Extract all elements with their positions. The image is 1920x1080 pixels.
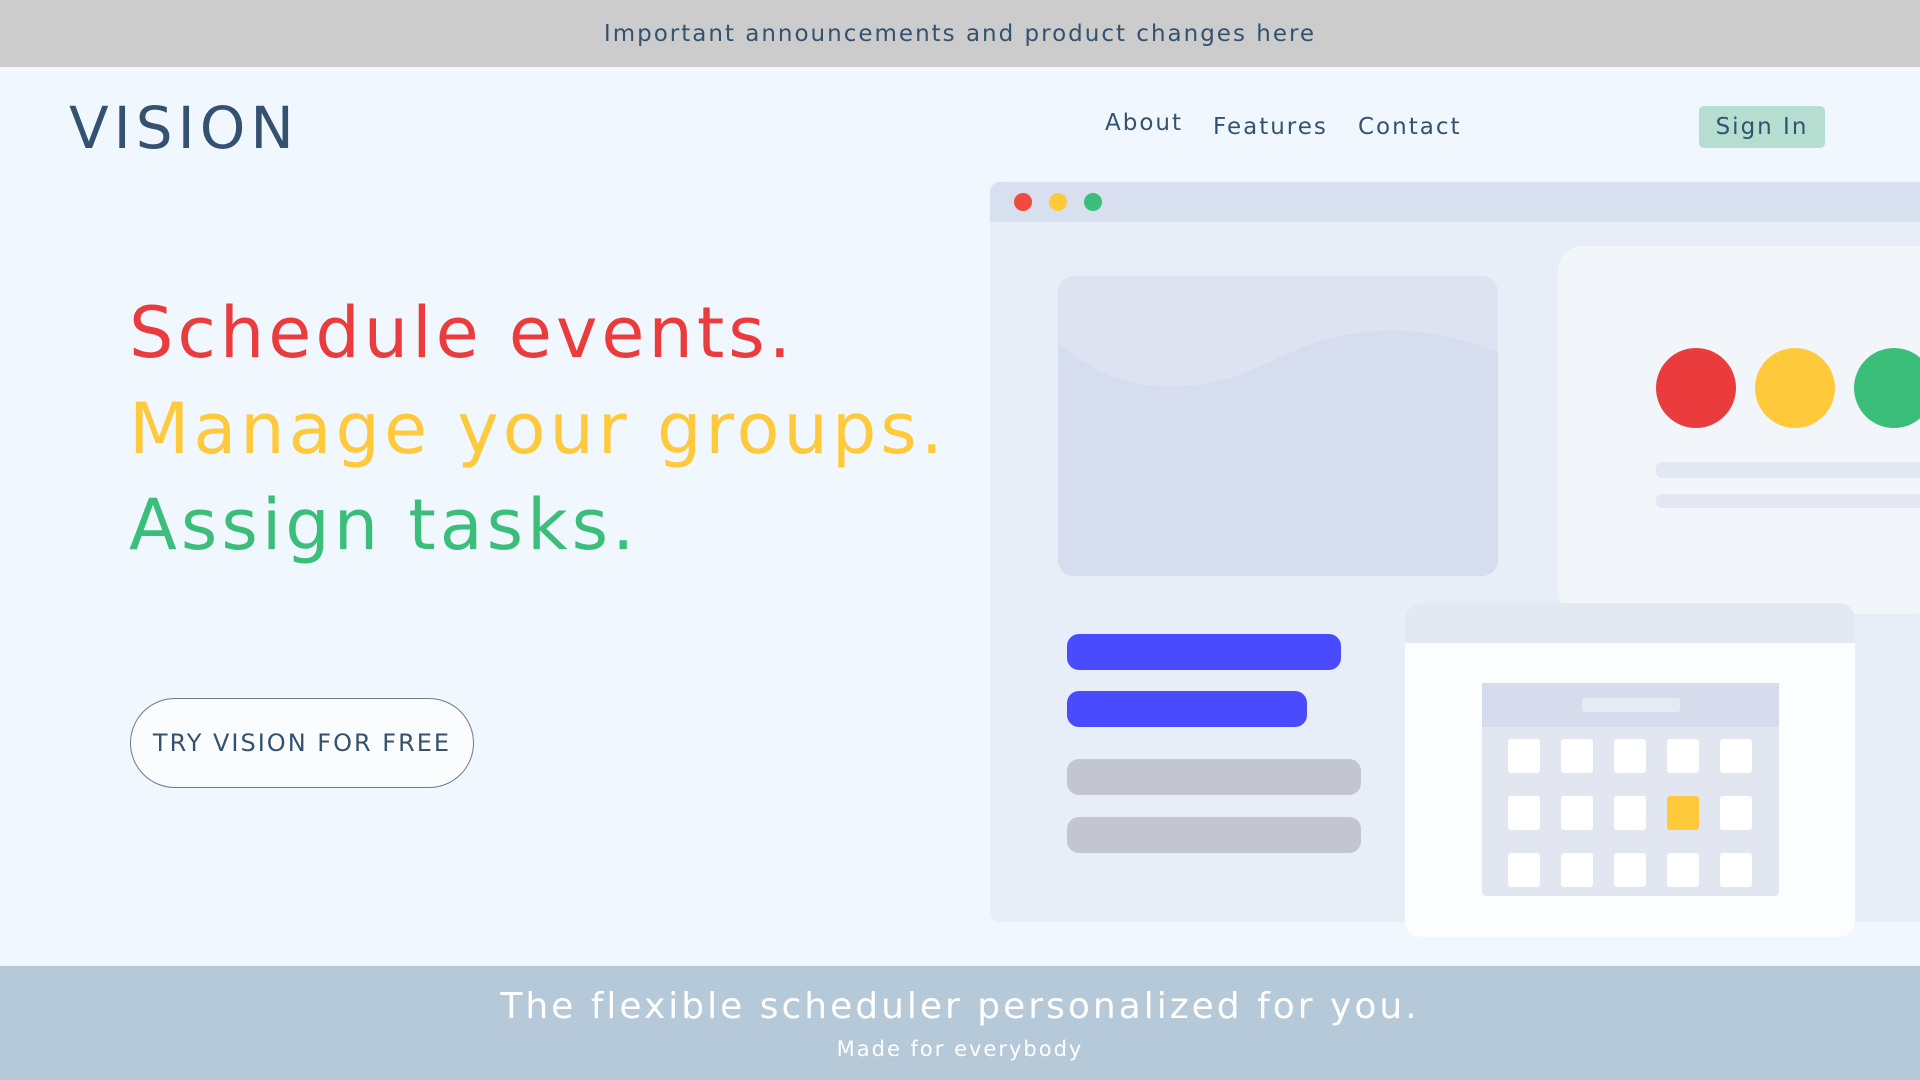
announcement-banner: Important announcements and product chan… — [0, 0, 1920, 67]
window-max-dot — [1084, 193, 1102, 211]
card-yellow-dot — [1755, 348, 1835, 428]
try-free-button[interactable]: TRY VISION FOR FREE — [130, 698, 474, 788]
hero-line-schedule: Schedule events. — [129, 292, 796, 374]
calendar-selected-day — [1667, 796, 1699, 830]
announcement-text: Important announcements and product chan… — [603, 20, 1317, 47]
app-illustration — [990, 182, 1920, 937]
sign-in-button[interactable]: Sign In — [1699, 106, 1825, 148]
card-line-1 — [1656, 462, 1920, 478]
calendar-card-header — [1405, 603, 1855, 643]
bar-blue-2 — [1067, 691, 1307, 727]
nav-contact[interactable]: Contact — [1358, 114, 1461, 140]
brand-logo[interactable]: VISION — [69, 94, 299, 162]
footer-subline: Made for everybody — [836, 1037, 1084, 1061]
card-red-dot — [1656, 348, 1736, 428]
bar-blue-1 — [1067, 634, 1341, 670]
footer-banner: The flexible scheduler personalized for … — [0, 966, 1920, 1080]
card-line-2 — [1656, 494, 1920, 508]
dots-card — [1558, 246, 1920, 614]
bar-gray-1 — [1067, 759, 1361, 795]
window-min-dot — [1049, 193, 1067, 211]
bar-gray-2 — [1067, 817, 1361, 853]
window-close-dot — [1014, 193, 1032, 211]
calendar-title-bar — [1582, 698, 1680, 712]
nav-features[interactable]: Features — [1213, 114, 1328, 140]
footer-tagline: The flexible scheduler personalized for … — [500, 986, 1420, 1027]
hero-line-manage: Manage your groups. — [129, 388, 947, 470]
window-titlebar — [990, 182, 1920, 222]
hero-line-assign: Assign tasks. — [129, 484, 639, 566]
nav-about[interactable]: About — [1105, 110, 1183, 136]
